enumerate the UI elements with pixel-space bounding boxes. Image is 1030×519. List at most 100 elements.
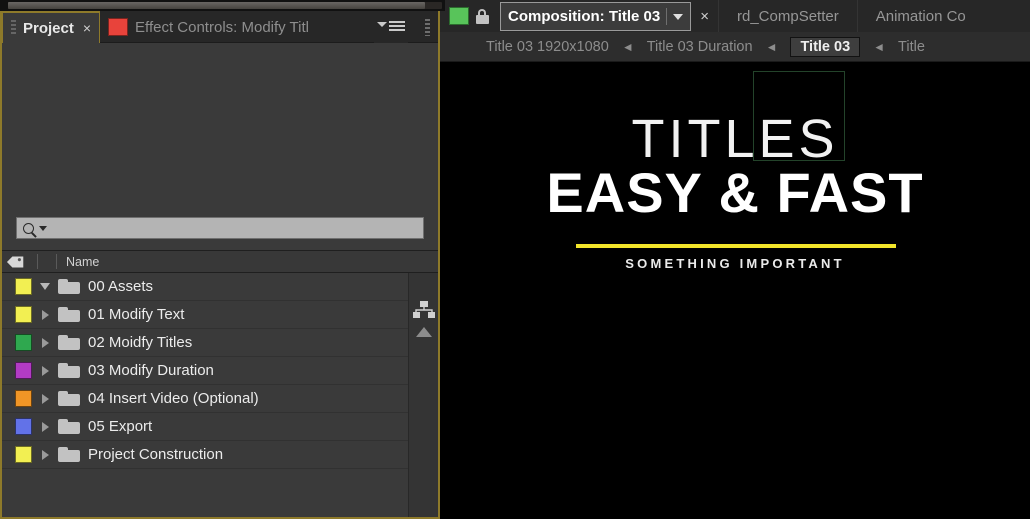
scroll-up-arrow-icon[interactable] (415, 327, 432, 337)
folder-icon (58, 335, 80, 350)
scrollbar-track[interactable] (8, 2, 442, 9)
chevron-down-icon (377, 21, 387, 27)
breadcrumb-separator-icon: ◄ (873, 39, 886, 54)
triangle-glyph (41, 337, 49, 348)
breadcrumb-item-comp-size[interactable]: Title 03 1920x1080 (486, 39, 609, 55)
project-list-rail (408, 273, 438, 517)
item-color-swatch[interactable] (15, 446, 32, 463)
list-item-label: Project Construction (88, 446, 224, 463)
folder-icon (58, 419, 80, 434)
item-color-swatch[interactable] (15, 278, 32, 295)
breadcrumb-item-duration[interactable]: Title 03 Duration (647, 39, 753, 55)
item-color-swatch[interactable] (15, 362, 32, 379)
composition-viewer[interactable]: TITLES EASY & FAST SOMETHING IMPORTANT (440, 62, 1030, 519)
scrollbar-thumb[interactable] (8, 2, 425, 9)
disclosure-triangle-closed-icon[interactable] (32, 309, 58, 320)
triangle-glyph (41, 449, 49, 460)
project-item-list: 00 Assets 01 Modify Text 02 Moidfy Titles 0… (2, 273, 412, 517)
breadcrumb-item-current[interactable]: Title 03 (790, 36, 861, 57)
panel-menu-glyph (377, 21, 405, 33)
folder-icon (58, 307, 80, 322)
red-swatch-icon (108, 18, 129, 36)
chevron-down-icon[interactable] (39, 225, 47, 231)
disclosure-triangle-closed-icon[interactable] (32, 421, 58, 432)
triangle-glyph (41, 309, 49, 320)
tab-effect-controls[interactable]: Effect Controls: Modify Titl (100, 11, 317, 43)
triangle-glyph (41, 365, 49, 376)
hierarchy-icon[interactable] (412, 301, 435, 319)
list-item[interactable]: 04 Insert Video (Optional) (2, 385, 412, 413)
panel-menu-icon[interactable] (374, 11, 408, 43)
breadcrumb-separator-icon: ◄ (765, 39, 778, 54)
list-item-label: 05 Export (88, 418, 153, 435)
tab-effect-controls-label: Effect Controls: Modify Titl (135, 18, 309, 36)
folder-icon (58, 279, 80, 294)
item-color-swatch[interactable] (15, 306, 32, 323)
list-item[interactable]: 05 Export (2, 413, 412, 441)
search-icon (23, 222, 34, 234)
item-color-swatch[interactable] (15, 390, 32, 407)
tab-animation-composer[interactable]: Animation Co (856, 0, 984, 32)
close-icon[interactable]: × (700, 8, 709, 25)
breadcrumb-item-title[interactable]: Title (898, 39, 925, 55)
composition-panel: Composition: Title 03 × rd_CompSetter An… (440, 0, 1030, 519)
panel-grip-icon[interactable] (425, 19, 430, 36)
list-item-label: 00 Assets (88, 278, 154, 295)
item-color-swatch[interactable] (15, 418, 32, 435)
title-text-headline: EASY & FAST (546, 161, 924, 224)
list-item[interactable]: 00 Assets (2, 273, 412, 301)
after-effects-window: Project × Effect Controls: Modify Titl N… (0, 0, 1030, 519)
list-item-label: 04 Insert Video (Optional) (88, 390, 259, 407)
folder-icon (58, 447, 80, 462)
disclosure-triangle-open-icon[interactable] (32, 283, 58, 290)
horizontal-scrollbar[interactable] (0, 0, 445, 11)
list-item[interactable]: 02 Moidfy Titles (2, 329, 412, 357)
disclosure-triangle-closed-icon[interactable] (32, 393, 58, 404)
tab-project[interactable]: Project × (2, 11, 101, 43)
triangle-glyph (40, 283, 50, 290)
folder-icon (58, 391, 80, 406)
disclosure-triangle-closed-icon[interactable] (32, 365, 58, 376)
column-header-row: Name (2, 250, 438, 273)
composition-tab-bar: Composition: Title 03 × rd_CompSetter An… (440, 0, 1030, 32)
list-item-label: 03 Modify Duration (88, 362, 214, 379)
tab-composition-label: Composition: Title 03 (508, 8, 661, 25)
lock-icon[interactable] (476, 8, 489, 24)
list-item[interactable]: 01 Modify Text (2, 301, 412, 329)
triangle-glyph (41, 393, 49, 404)
item-color-swatch[interactable] (15, 334, 32, 351)
tab-animation-composer-label: Animation Co (875, 7, 966, 25)
close-icon[interactable]: × (83, 20, 91, 36)
tab-rd-compsetter[interactable]: rd_CompSetter (718, 0, 857, 32)
disclosure-triangle-closed-icon[interactable] (32, 449, 58, 460)
green-swatch-icon (449, 7, 469, 25)
title-text-subtitle: SOMETHING IMPORTANT (625, 256, 845, 271)
tab-composition-title-03[interactable]: Composition: Title 03 (500, 2, 692, 31)
search-input[interactable] (16, 217, 424, 239)
disclosure-triangle-closed-icon[interactable] (32, 337, 58, 348)
project-panel: Project × Effect Controls: Modify Titl N… (0, 0, 440, 519)
label-tag-icon[interactable] (2, 255, 28, 269)
project-preview-area (2, 43, 438, 206)
project-tab-bar: Project × Effect Controls: Modify Titl (2, 11, 438, 43)
tab-grip-icon[interactable] (11, 20, 16, 36)
column-divider (37, 254, 38, 269)
column-header-name[interactable]: Name (66, 255, 99, 269)
list-item[interactable]: 03 Modify Duration (2, 357, 412, 385)
tab-project-label: Project (23, 19, 74, 37)
column-divider (56, 254, 57, 269)
list-item-label: 02 Moidfy Titles (88, 334, 193, 351)
list-item[interactable]: Project Construction (2, 441, 412, 469)
breadcrumb: Title 03 1920x1080 ◄ Title 03 Duration ◄… (440, 32, 1030, 62)
breadcrumb-separator-icon: ◄ (621, 39, 634, 54)
lock-body (476, 14, 489, 24)
triangle-glyph (41, 421, 49, 432)
accent-rule (576, 244, 896, 248)
tab-divider (666, 8, 668, 25)
project-list-wrapper: 00 Assets 01 Modify Text 02 Moidfy Titles 0… (2, 273, 438, 517)
title-text-titles: TITLES (631, 109, 839, 169)
tab-rd-compsetter-label: rd_CompSetter (737, 7, 839, 25)
composition-stage: TITLES EASY & FAST SOMETHING IMPORTANT (440, 62, 1030, 519)
menu-lines-icon (389, 21, 405, 33)
chevron-down-icon[interactable] (673, 13, 684, 20)
